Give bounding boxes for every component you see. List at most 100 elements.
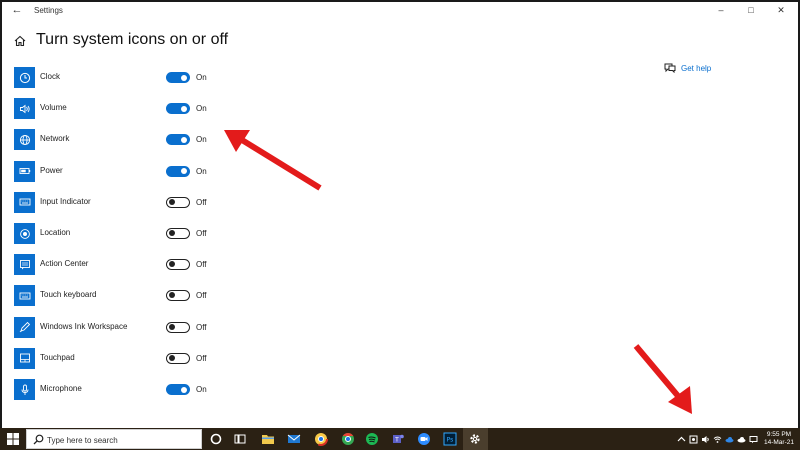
taskbar-search-box[interactable]: Type here to search [26, 429, 202, 449]
setting-label: Network [40, 134, 70, 144]
setting-label: Clock [40, 72, 61, 81]
close-button[interactable]: ✕ [770, 3, 792, 17]
search-icon [33, 434, 44, 445]
keyboard-icon [14, 191, 35, 213]
pen-icon [14, 316, 35, 338]
red-arrow-annotation [224, 130, 322, 191]
toggle-switch[interactable] [166, 259, 190, 271]
toggle-state: Off [196, 291, 207, 301]
toggle-switch[interactable] [166, 196, 190, 208]
chat-help-icon [664, 63, 676, 73]
onedrive-icon[interactable] [725, 435, 734, 444]
toggle-state: Off [196, 197, 207, 207]
toggle-knob [169, 323, 175, 330]
taskbar-clock[interactable]: 9:55 PM 14-Mar-21 [762, 431, 796, 447]
toggle-knob [181, 386, 187, 393]
zoom-icon[interactable] [416, 431, 432, 447]
minimize-button[interactable]: – [710, 3, 732, 17]
chrome-icon[interactable] [340, 431, 356, 447]
globe-icon [14, 129, 35, 151]
svg-text:Ps: Ps [447, 437, 454, 444]
taskbar: Type here to search T Ps 9:55 PM 14-Mar-2… [0, 428, 800, 450]
task-view-icon[interactable] [232, 431, 248, 447]
setting-row-location: Location Off [14, 223, 214, 245]
setting-row-volume: Volume On [14, 98, 214, 120]
chevron-up-icon[interactable] [677, 435, 686, 444]
chrome-canary-icon[interactable] [313, 431, 329, 447]
volume-tray-icon[interactable] [701, 435, 710, 444]
location-icon [14, 223, 35, 244]
toggle-state: On [196, 73, 207, 82]
settings-window: ← Settings – □ ✕ Turn system icons on or… [0, 0, 800, 428]
mail-icon[interactable] [286, 431, 302, 447]
setting-row-action-center: Action Center Off [14, 254, 214, 276]
message-icon [14, 254, 35, 276]
search-placeholder: Type here to search [47, 436, 118, 445]
setting-row-clock: Clock On [14, 67, 214, 89]
toggle-state: On [196, 166, 207, 176]
toggle-knob [181, 105, 187, 112]
toggle-knob [181, 136, 187, 143]
toggle-state: On [196, 385, 207, 394]
svg-text:T: T [394, 437, 399, 444]
windows-start-icon[interactable] [6, 432, 20, 446]
window-title: Settings [34, 6, 63, 15]
setting-label: Volume [40, 103, 67, 113]
toggle-switch[interactable] [166, 352, 190, 364]
toggle-knob [169, 230, 175, 236]
setting-label: Touchpad [40, 352, 75, 362]
file-explorer-icon[interactable] [260, 431, 276, 447]
setting-label: Microphone [40, 384, 82, 393]
toggle-switch[interactable] [166, 134, 190, 146]
toggle-switch[interactable] [166, 165, 190, 177]
back-button[interactable]: ← [10, 4, 24, 16]
toggle-knob [181, 168, 187, 175]
red-arrow-annotation-2 [633, 344, 692, 414]
toggle-state: Off [196, 353, 207, 363]
setting-row-network: Network On [14, 129, 214, 151]
setting-row-windows-ink-workspace: Windows Ink Workspace Off [14, 316, 214, 339]
toggle-knob [169, 261, 175, 268]
clock-date: 14-Mar-21 [764, 439, 794, 446]
setting-row-microphone: Microphone On [14, 379, 214, 401]
volume-icon [14, 98, 35, 120]
cortana-icon[interactable] [208, 431, 224, 447]
setting-label: Touch keyboard [40, 290, 97, 300]
toggle-knob [169, 354, 175, 361]
toggle-state: Off [196, 322, 207, 332]
wifi-tray-icon[interactable] [713, 435, 722, 444]
notification-icon[interactable] [749, 435, 758, 444]
maximize-button[interactable]: □ [740, 3, 762, 17]
setting-row-touchpad: Touchpad Off [14, 347, 214, 370]
home-icon[interactable] [14, 35, 26, 47]
clock-icon [14, 67, 35, 88]
settings-gear-icon[interactable] [467, 431, 483, 447]
get-help-label[interactable]: Get help [681, 64, 711, 73]
photoshop-icon[interactable]: Ps [442, 431, 458, 447]
clock-time: 9:55 PM [766, 431, 792, 438]
toggle-switch[interactable] [166, 384, 190, 395]
toggle-knob [169, 292, 175, 299]
battery-icon [14, 160, 35, 182]
setting-label: Action Center [40, 259, 89, 269]
microphone-icon [14, 379, 35, 400]
onedrive-personal-icon[interactable] [737, 435, 746, 444]
toggle-switch[interactable] [166, 228, 190, 239]
toggle-state: Off [196, 260, 207, 270]
toggle-switch[interactable] [166, 321, 190, 333]
toggle-switch[interactable] [166, 72, 190, 83]
title-bar: ← Settings – □ ✕ [2, 2, 798, 20]
page-title: Turn system icons on or off [36, 31, 229, 48]
keyboard-icon [14, 285, 35, 307]
toggle-switch[interactable] [166, 290, 190, 302]
spotify-icon[interactable] [364, 431, 380, 447]
toggle-state: Off [196, 229, 207, 238]
toggle-knob [169, 198, 175, 205]
toggle-state: On [196, 135, 207, 145]
location-tray-icon[interactable] [689, 435, 698, 444]
setting-label: Location [40, 228, 71, 237]
toggle-state: On [196, 104, 207, 114]
toggle-switch[interactable] [166, 103, 190, 115]
toggle-knob [181, 74, 187, 81]
teams-icon[interactable]: T [390, 431, 406, 447]
